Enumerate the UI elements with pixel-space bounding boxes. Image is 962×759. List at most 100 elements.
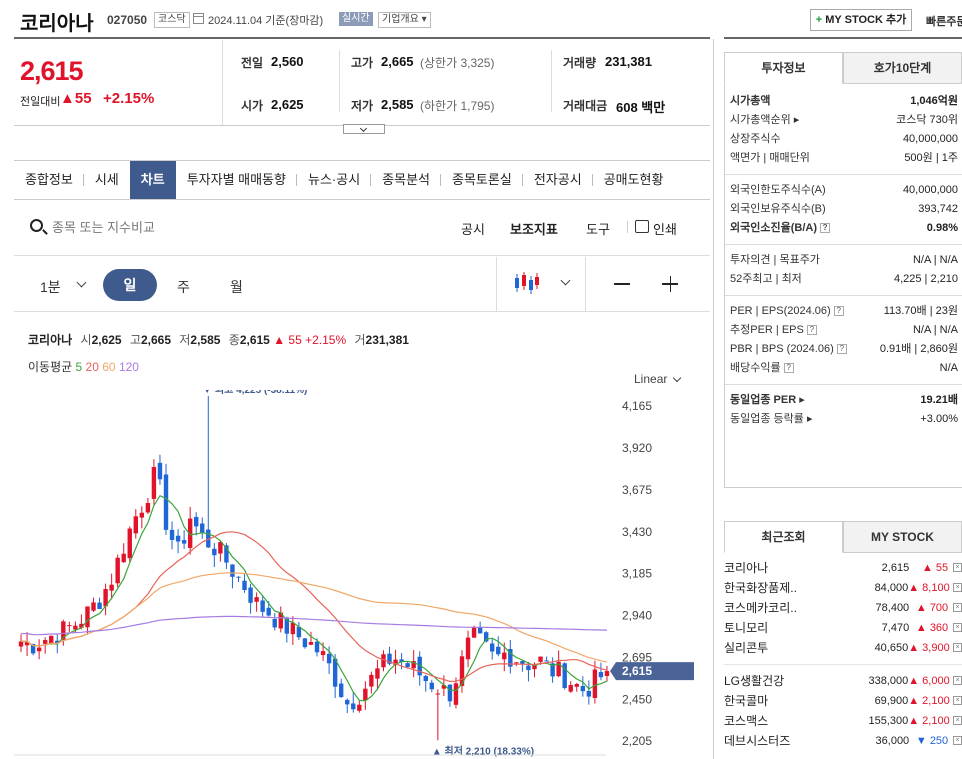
tab-analysis[interactable]: 종목분석: [371, 161, 441, 199]
recent-item[interactable]: 코스맥스 155,300 ▲ 2,100 ×: [724, 711, 962, 731]
company-overview-button[interactable]: 기업개요 ▾: [378, 12, 431, 28]
period-week-button[interactable]: 주: [177, 277, 190, 297]
recent-item-price: 155,300: [868, 715, 909, 727]
candle-body: [375, 668, 380, 679]
close-icon[interactable]: ×: [953, 696, 962, 705]
recent-item-change: ▲ 8,100: [908, 582, 950, 594]
info-row[interactable]: 동일업종 PER ▸ 19.21배: [725, 391, 962, 410]
candlestick-icon[interactable]: [514, 271, 540, 295]
chevron-down-icon[interactable]: [76, 277, 87, 288]
recent-item[interactable]: 코리아나 2,615 ▲ 55 ×: [724, 558, 962, 578]
tools-button[interactable]: 도구: [586, 219, 610, 238]
recent-item[interactable]: 한국콜마 69,900 ▲ 2,100 ×: [724, 691, 962, 711]
recent-item-name[interactable]: 코리아나: [724, 558, 856, 578]
info-key: 외국인한도주식수(A): [730, 184, 826, 196]
upper-limit: (상한가 3,325): [420, 56, 495, 70]
candle-body: [405, 663, 410, 667]
compare-search-input[interactable]: [52, 217, 432, 237]
disclosure-button[interactable]: 공시: [461, 219, 485, 238]
help-icon[interactable]: ?: [806, 325, 817, 336]
close-icon[interactable]: ×: [953, 563, 962, 572]
help-icon[interactable]: ?: [820, 223, 831, 234]
tab-investment-info[interactable]: 투자정보: [724, 52, 843, 84]
price-chart[interactable]: 4,1653,9203,6753,4303,1852,9402,6952,450…: [14, 390, 694, 759]
recent-item-name[interactable]: 한국화장품제..: [724, 578, 855, 598]
tab-e-disclosure[interactable]: 전자공시: [523, 161, 593, 199]
close-icon[interactable]: ×: [953, 716, 962, 725]
candle-body: [242, 580, 247, 590]
period-day-button[interactable]: 일: [103, 269, 157, 301]
recent-item-price: 78,400: [875, 602, 910, 614]
divider: [725, 384, 962, 385]
chevron-down-icon[interactable]: [560, 275, 571, 286]
recent-item[interactable]: 코스메카코리.. 78,400 ▲ 700 ×: [724, 598, 962, 618]
indicator-button[interactable]: 보조지표: [510, 219, 558, 238]
help-icon[interactable]: ?: [783, 363, 794, 374]
period-month-button[interactable]: 월: [230, 277, 243, 297]
recent-item-name[interactable]: 실리콘투: [724, 638, 855, 658]
recent-item-change: ▲ 2,100: [908, 715, 950, 727]
recent-item[interactable]: 데브시스터즈 36,000 ▼ 250 ×: [724, 731, 962, 751]
tab-chart[interactable]: 차트: [129, 161, 176, 199]
recent-item[interactable]: 한국화장품제.. 84,000 ▲ 8,100 ×: [724, 578, 962, 598]
info-row: 외국인한도주식수(A) 40,000,000: [725, 181, 962, 200]
recent-item-name[interactable]: 한국콜마: [724, 691, 855, 711]
close-icon[interactable]: ×: [953, 603, 962, 612]
add-mystock-button[interactable]: + MY STOCK 추가: [810, 9, 912, 31]
close-icon[interactable]: ×: [953, 583, 962, 592]
help-icon[interactable]: ?: [833, 306, 844, 317]
info-row[interactable]: 시가총액순위 ▸ 코스닥 730위: [725, 111, 962, 130]
stock-code: 027050: [107, 13, 148, 27]
market-tag: 코스닥: [154, 12, 190, 28]
recent-item-name[interactable]: 코스맥스: [724, 711, 855, 731]
tab-short-selling[interactable]: 공매도현황: [593, 161, 675, 199]
print-icon[interactable]: [635, 220, 649, 233]
quick-order-button[interactable]: 빠른주문: [926, 13, 962, 29]
tab-quotes[interactable]: 시세: [84, 161, 130, 199]
recent-item-name[interactable]: 토니모리: [724, 618, 856, 638]
info-row[interactable]: 동일업종 등락률 ▸ +3.00%: [725, 410, 962, 429]
tab-overview[interactable]: 종합정보: [14, 161, 84, 199]
help-icon[interactable]: ?: [836, 344, 847, 355]
tab-news[interactable]: 뉴스·공시: [297, 161, 372, 199]
recent-item[interactable]: 토니모리 7,470 ▲ 360 ×: [724, 618, 962, 638]
recent-item[interactable]: 실리콘투 40,650 ▲ 3,900 ×: [724, 638, 962, 658]
print-button[interactable]: 인쇄: [653, 219, 677, 238]
close-icon[interactable]: ×: [953, 623, 962, 632]
recent-item-name[interactable]: LG생활건강: [724, 671, 855, 691]
candle-body: [471, 626, 477, 638]
candle-body: [212, 548, 217, 556]
ma20-label: 20: [85, 360, 99, 374]
recent-item[interactable]: LG생활건강 338,000 ▲ 6,000 ×: [724, 671, 962, 691]
info-key: 액면가 | 매매단위: [730, 152, 810, 164]
zoom-out-button[interactable]: [612, 275, 632, 293]
period-minute-select[interactable]: 1분: [40, 277, 61, 297]
y-tick-label: 3,430: [622, 525, 652, 539]
tab-my-stock[interactable]: MY STOCK: [843, 521, 962, 553]
realtime-badge[interactable]: 실시간: [339, 12, 373, 26]
scale-select[interactable]: Linear: [634, 372, 667, 386]
trade-value: 608 백만: [616, 100, 666, 115]
ohlc-high: 2,665: [140, 333, 172, 347]
info-value: 40,000,000: [902, 133, 958, 145]
recent-item-name[interactable]: 코스메카코리..: [724, 598, 856, 618]
close-icon[interactable]: ×: [953, 736, 962, 745]
tab-orderbook[interactable]: 호가10단계: [843, 52, 962, 84]
moving-average-legend[interactable]: 이동평균 5 20 60 120: [28, 358, 139, 375]
expand-quote-button[interactable]: [343, 124, 385, 134]
candle-body: [169, 529, 175, 540]
info-value: 1,046억원: [910, 95, 958, 107]
recent-item-change: ▲ 6,000: [908, 675, 950, 687]
close-icon[interactable]: ×: [953, 643, 962, 652]
candle-body: [465, 637, 471, 660]
close-icon[interactable]: ×: [953, 676, 962, 685]
candle-body: [36, 647, 42, 652]
recent-item-name[interactable]: 데브시스터즈: [724, 731, 856, 751]
chevron-down-icon[interactable]: [672, 373, 682, 383]
tab-recent[interactable]: 최근조회: [724, 521, 843, 553]
tab-investor-trading[interactable]: 투자자별 매매동향: [176, 161, 298, 199]
zoom-in-button[interactable]: [660, 275, 680, 293]
info-row: 시가총액 1,046억원: [725, 92, 962, 111]
candle-body: [586, 690, 592, 697]
tab-discussion[interactable]: 종목토론실: [441, 161, 523, 199]
